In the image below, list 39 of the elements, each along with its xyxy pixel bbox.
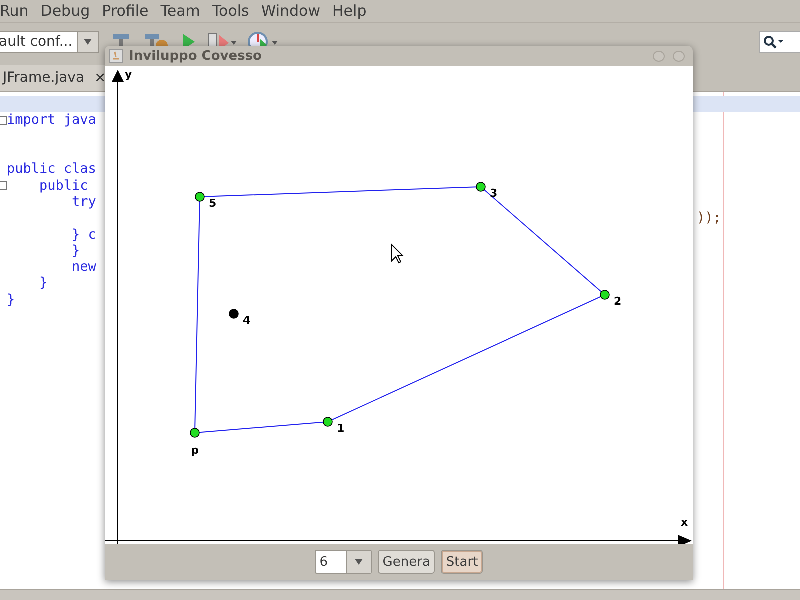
menu-item[interactable]: Tools — [212, 2, 250, 20]
close-button[interactable]: × — [94, 70, 106, 86]
menu-item[interactable]: Team — [160, 2, 200, 20]
point-label: 1 — [337, 422, 345, 435]
code-line: public clas — [7, 161, 96, 178]
code-line: } — [38, 275, 48, 292]
java-icon — [109, 49, 123, 63]
menu-item[interactable]: Debug — [40, 2, 90, 20]
axis-label: x — [681, 516, 688, 529]
point-label: 5 — [209, 197, 217, 210]
action-button[interactable]: Start — [441, 550, 484, 574]
caret-icon — [82, 38, 93, 46]
configuration-dropdown[interactable]: ault conf... — [0, 31, 99, 53]
code-line: )); — [697, 210, 722, 226]
action-button[interactable]: Genera — [378, 550, 436, 574]
code-line: public — [38, 178, 88, 194]
search-field[interactable] — [759, 31, 800, 53]
point-label: 2 — [614, 295, 622, 308]
code-line: } c — [71, 226, 96, 243]
point-label: p — [191, 444, 199, 457]
point-label: 3 — [490, 187, 498, 200]
code-line: import java — [7, 112, 96, 128]
axis-label: y — [125, 68, 132, 81]
caret-icon — [354, 558, 364, 566]
count-dropdown[interactable]: 6 — [314, 550, 372, 574]
menu-item[interactable]: Window — [261, 2, 321, 20]
code-line: } — [7, 292, 16, 308]
menu-item[interactable]: Run — [0, 2, 29, 20]
search-icon — [763, 35, 785, 49]
mouse-pointer-icon — [392, 244, 404, 264]
fold-icon[interactable] — [0, 181, 7, 190]
code-line: new — [71, 259, 96, 276]
code-line: try — [71, 194, 96, 210]
window-title: Inviluppo Covesso — [129, 48, 262, 64]
fold-icon[interactable] — [0, 116, 7, 125]
menu-item[interactable]: Help — [332, 2, 367, 20]
point-label: 4 — [243, 314, 251, 327]
code-line: } — [71, 242, 80, 259]
menu-item[interactable]: Profile — [102, 2, 149, 20]
